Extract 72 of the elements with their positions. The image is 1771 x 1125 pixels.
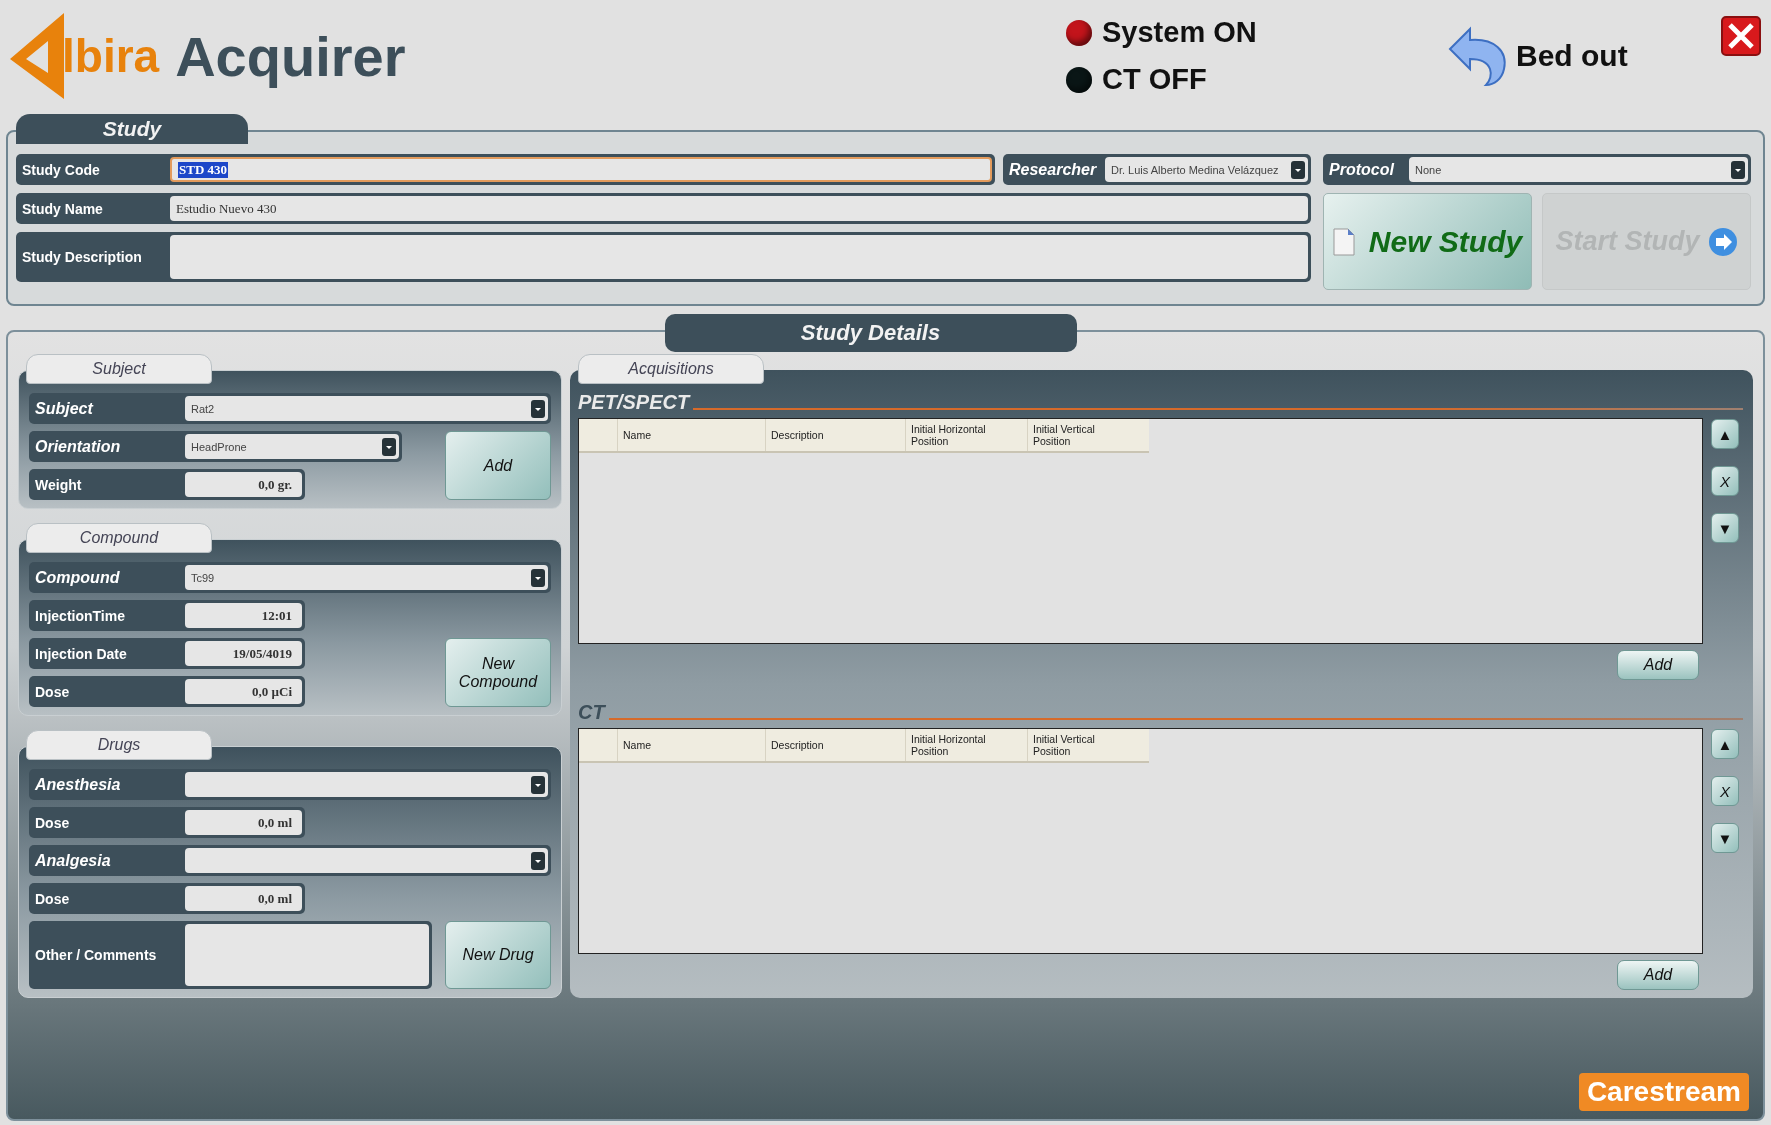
arrow-circle-icon: [1707, 226, 1738, 257]
column-header: Initial Vertical Position: [1027, 729, 1149, 761]
number-field[interactable]: 0,0 ml: [185, 886, 302, 911]
dropdown[interactable]: Tc99: [185, 565, 548, 590]
add-button[interactable]: Add: [1617, 960, 1699, 990]
field-label: Protocol: [1328, 159, 1396, 180]
column-header: Initial Horizontal Position: [905, 729, 1027, 761]
section-title: Study Details: [664, 314, 1077, 352]
field-label: Dose: [34, 682, 71, 702]
field-label: Analgesia: [34, 850, 112, 871]
number-field[interactable]: 19/05/4019: [185, 641, 302, 666]
bed-out-button[interactable]: Bed out: [1446, 25, 1628, 87]
caret-icon: [531, 568, 545, 587]
new-study-button[interactable]: New Study: [1323, 193, 1532, 290]
caret-icon: [382, 437, 396, 456]
row-action-button[interactable]: ▼: [1711, 823, 1739, 853]
number-field[interactable]: 0,0 gr.: [185, 472, 302, 497]
row-action-button[interactable]: ▲: [1711, 419, 1739, 449]
brand-logo: Carestream: [1578, 1073, 1749, 1111]
column-header: Name: [617, 419, 765, 451]
field-label: Researcher: [1008, 159, 1098, 180]
status-label: System ON: [1102, 16, 1257, 49]
field-label: InjectionTime: [34, 606, 126, 626]
column-header: Initial Horizontal Position: [905, 419, 1027, 451]
field-label: Study Name: [21, 199, 104, 219]
status-label: CT OFF: [1102, 63, 1207, 96]
caret-icon: [531, 399, 545, 418]
number-field[interactable]: 12:01: [185, 603, 302, 628]
caret-icon: [1291, 160, 1305, 179]
field-label: Weight: [34, 475, 83, 495]
text-field[interactable]: Estudio Nuevo 430: [170, 196, 1308, 221]
row-action-button[interactable]: X: [1711, 466, 1739, 496]
dropdown[interactable]: None: [1409, 157, 1748, 182]
column-header: Name: [617, 729, 765, 761]
product-title: Acquirer: [175, 23, 406, 89]
add-button[interactable]: Add: [1617, 650, 1699, 680]
dropdown[interactable]: [185, 848, 548, 873]
field-label: Study Description: [21, 248, 143, 267]
dropdown[interactable]: [185, 772, 548, 797]
field-label: Orientation: [34, 436, 122, 457]
field-label: Subject: [34, 398, 95, 419]
caret-icon: [531, 851, 545, 870]
caret-icon: [531, 775, 545, 794]
number-field[interactable]: 0,0 µCi: [185, 679, 302, 704]
action-button[interactable]: Add: [445, 431, 551, 500]
row-action-button[interactable]: X: [1711, 776, 1739, 806]
field-label: Study Code: [21, 160, 101, 180]
text-field[interactable]: STD 430: [170, 157, 992, 182]
caret-icon: [1731, 160, 1745, 179]
logo-mark-icon: [8, 11, 66, 101]
row-action-button[interactable]: ▼: [1711, 513, 1739, 543]
action-button[interactable]: New Drug: [445, 921, 551, 989]
table-title: CT: [578, 701, 605, 724]
action-button[interactable]: New Compound: [445, 638, 551, 707]
field-label: Injection Date: [34, 644, 128, 664]
close-button[interactable]: [1721, 16, 1761, 56]
logo-text: lbira: [62, 29, 160, 83]
row-action-button[interactable]: ▲: [1711, 729, 1739, 759]
dropdown[interactable]: Rat2: [185, 396, 548, 421]
column-header: Description: [765, 419, 905, 451]
field-label: Dose: [34, 889, 71, 909]
table-title: PET/SPECT: [578, 391, 690, 414]
dropdown[interactable]: Dr. Luis Alberto Medina Velázquez: [1105, 157, 1308, 182]
column-header: Initial Vertical Position: [1027, 419, 1149, 451]
column-header: Description: [765, 729, 905, 761]
field-label: Other / Comments: [34, 946, 158, 965]
field-label: Compound: [34, 567, 121, 588]
field-label: Dose: [34, 813, 71, 833]
dropdown[interactable]: HeadProne: [185, 434, 399, 459]
field-label: Anesthesia: [34, 774, 122, 795]
number-field[interactable]: 0,0 ml: [185, 810, 302, 835]
document-icon: [1332, 227, 1355, 256]
